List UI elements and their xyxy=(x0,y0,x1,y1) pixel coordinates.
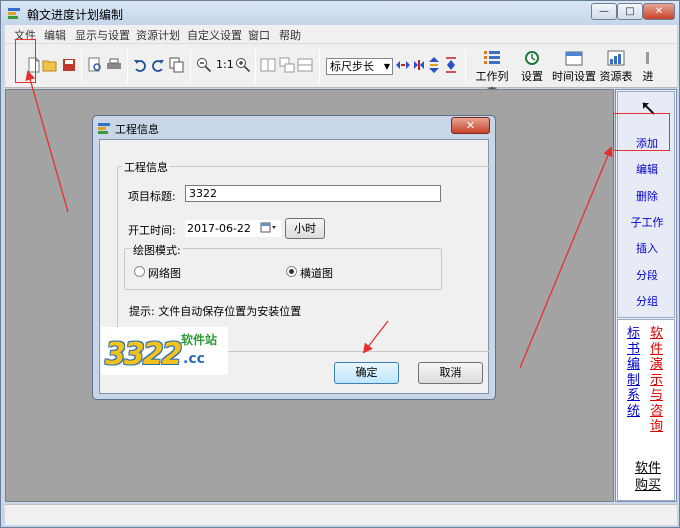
align-vertical-icon[interactable] xyxy=(445,57,457,73)
menu-edit[interactable]: 编辑 xyxy=(44,27,66,43)
zoom-1to1-button[interactable]: 1:1 xyxy=(216,58,234,71)
menu-display-settings[interactable]: 显示与设置 xyxy=(75,27,130,43)
ruler-step-value: 标尺步长 xyxy=(330,60,374,73)
resource-table-button[interactable]: 资源表 xyxy=(598,50,634,84)
toolbar-separator xyxy=(127,50,128,83)
project-title-label: 项目标题: xyxy=(128,190,176,203)
print-preview-icon[interactable] xyxy=(87,57,103,73)
dialog-close-button[interactable]: ✕ xyxy=(451,117,490,134)
project-title-input[interactable] xyxy=(185,185,441,202)
highlight-add-button xyxy=(613,113,670,151)
cascade-icon[interactable] xyxy=(279,57,295,73)
progress-button[interactable]: 进 xyxy=(641,50,655,84)
highlight-new-file xyxy=(15,39,36,83)
app-icon xyxy=(8,8,20,19)
network-mode-label: 网络图 xyxy=(148,267,181,280)
save-location-hint: 提示: 文件自动保存位置为安装位置 xyxy=(129,305,302,318)
zoom-in-icon[interactable] xyxy=(235,57,251,73)
move-up-down-icon[interactable] xyxy=(428,57,440,73)
segment-button[interactable]: 分段 xyxy=(618,267,676,283)
bid-system-link[interactable]: 标书编制系统 xyxy=(627,326,641,419)
undo-icon[interactable] xyxy=(132,57,148,73)
edit-button[interactable]: 编辑 xyxy=(618,161,676,177)
watermark-site-label: 软件站 xyxy=(181,333,218,347)
toolbar-separator xyxy=(190,50,191,83)
menu-resource-plan[interactable]: 资源计划 xyxy=(136,27,180,43)
buy-software-link[interactable]: 软件购买 xyxy=(630,460,666,494)
shrink-icon[interactable] xyxy=(412,57,426,73)
title-bar: 翰文进度计划编制 — □ ✕ xyxy=(1,1,679,25)
open-folder-icon[interactable] xyxy=(42,57,58,73)
time-settings-button[interactable]: 时间设置 xyxy=(550,50,598,84)
copy-icon[interactable] xyxy=(169,57,185,73)
resource-chart-icon xyxy=(607,50,625,66)
subtask-button[interactable]: 子工作 xyxy=(618,214,676,230)
calendar-dropdown-icon[interactable] xyxy=(260,222,280,235)
menu-custom-settings[interactable]: 自定义设置 xyxy=(187,27,242,43)
demo-consult-link[interactable]: 软件演示与咨询 xyxy=(650,326,664,435)
ruler-step-select[interactable]: 标尺步长 ▼ xyxy=(326,58,393,75)
progress-label: 进 xyxy=(642,70,654,83)
start-date-value: 2017-06-22 xyxy=(187,222,251,235)
calendar-icon xyxy=(565,51,583,66)
maximize-button[interactable]: □ xyxy=(617,3,643,20)
redo-icon[interactable] xyxy=(150,57,166,73)
close-button[interactable]: ✕ xyxy=(643,3,675,20)
dialog-app-icon xyxy=(98,123,110,134)
split-view-icon[interactable] xyxy=(260,57,276,73)
bar-mode-label: 横道图 xyxy=(300,267,333,280)
site-watermark-logo: 3322 .cc 软件站 xyxy=(101,327,228,375)
save-icon[interactable] xyxy=(61,57,77,73)
watermark-domain: .cc xyxy=(183,351,205,367)
drawing-mode-label: 绘图模式: xyxy=(131,242,183,258)
toolbar-separator xyxy=(465,50,466,83)
menu-help[interactable]: 帮助 xyxy=(279,27,301,43)
progress-icon xyxy=(646,52,649,64)
menu-window[interactable]: 窗口 xyxy=(248,27,270,43)
toolbar-separator xyxy=(319,50,320,83)
settings-label: 设置 xyxy=(521,70,543,83)
resource-table-label: 资源表 xyxy=(599,70,633,83)
network-mode-radio[interactable] xyxy=(134,266,145,277)
chevron-down-icon: ▼ xyxy=(383,62,390,71)
hour-button[interactable]: 小时 xyxy=(285,218,325,239)
bar-mode-radio[interactable] xyxy=(286,266,297,277)
time-settings-label: 时间设置 xyxy=(552,70,596,83)
delete-button[interactable]: 删除 xyxy=(618,188,676,204)
watermark-number: 3322 xyxy=(105,337,182,372)
cancel-button[interactable]: 取消 xyxy=(418,362,483,384)
group-title: 工程信息 xyxy=(122,159,170,175)
move-left-right-icon[interactable] xyxy=(396,57,410,73)
settings-button[interactable]: 设置 xyxy=(520,50,544,84)
minimize-button[interactable]: — xyxy=(591,3,617,20)
window-title: 翰文进度计划编制 xyxy=(27,8,124,22)
toolbar-separator xyxy=(81,50,82,83)
print-icon[interactable] xyxy=(106,57,122,73)
insert-button[interactable]: 插入 xyxy=(618,240,676,256)
links-box: 标书编制系统 软件演示与咨询 软件购买 xyxy=(617,319,675,501)
start-time-label: 开工时间: xyxy=(128,224,176,237)
status-bar xyxy=(5,504,677,525)
ok-button[interactable]: 确定 xyxy=(334,362,399,384)
clock-settings-icon xyxy=(525,51,539,65)
dialog-title: 工程信息 xyxy=(115,123,159,136)
toolbar-separator xyxy=(255,50,256,83)
task-list-icon xyxy=(484,51,500,64)
zoom-out-icon[interactable] xyxy=(196,57,212,73)
toolbar: 1:1 标尺步长 ▼ 工作列表 xyxy=(5,43,677,99)
group-button[interactable]: 分组 xyxy=(618,293,676,309)
menu-bar: 文件 编辑 显示与设置 资源计划 自定义设置 窗口 帮助 xyxy=(5,25,677,43)
tile-horizontal-icon[interactable] xyxy=(297,57,313,73)
